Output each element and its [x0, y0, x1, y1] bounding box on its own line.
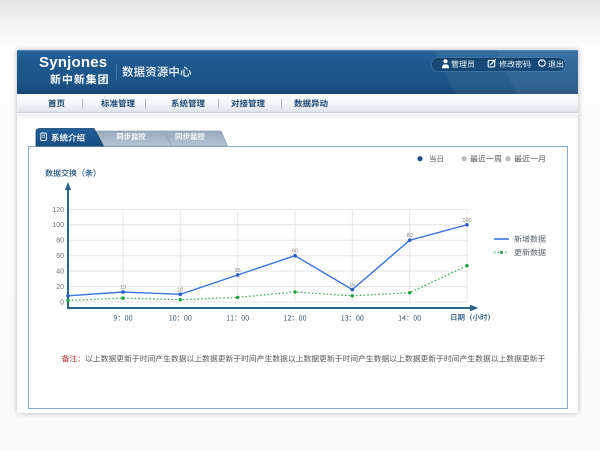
svg-text:10: 10 — [177, 287, 183, 293]
svg-text:100: 100 — [462, 218, 471, 224]
svg-text:120: 120 — [52, 207, 64, 214]
svg-text:0: 0 — [60, 299, 64, 306]
svg-text:60: 60 — [292, 249, 298, 255]
svg-text:80: 80 — [407, 233, 413, 239]
svg-text:35: 35 — [235, 268, 241, 274]
svg-text:100: 100 — [52, 222, 64, 229]
svg-text:16: 16 — [349, 283, 355, 289]
svg-text:60: 60 — [56, 253, 64, 260]
svg-text:13: 13 — [120, 285, 126, 291]
svg-text:80: 80 — [56, 238, 64, 245]
svg-text:40: 40 — [56, 269, 64, 276]
svg-text:20: 20 — [56, 284, 64, 291]
